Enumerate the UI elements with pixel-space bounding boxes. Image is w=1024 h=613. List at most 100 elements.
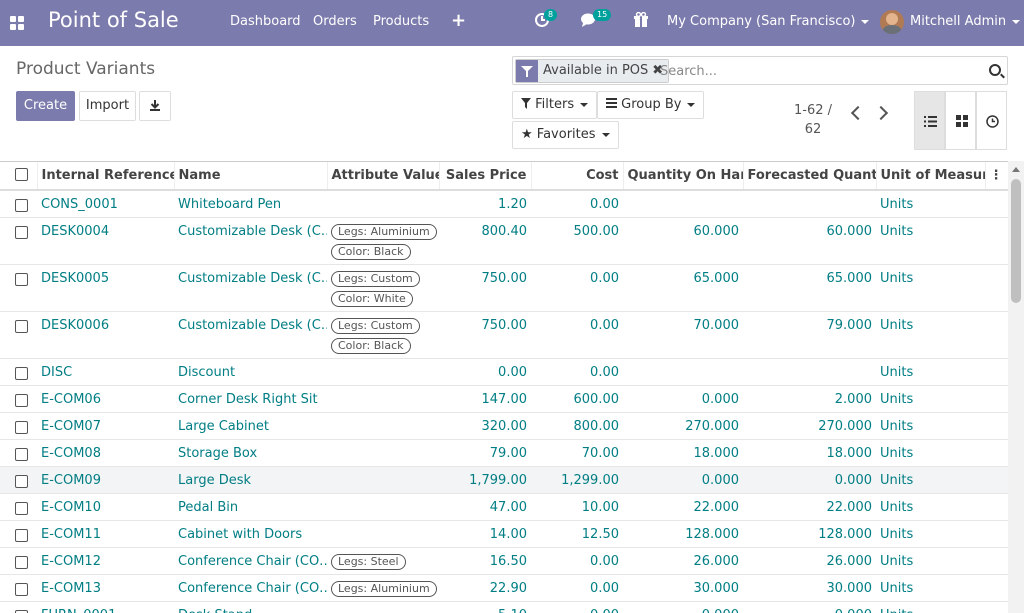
cell-internal-reference[interactable]: E-COM08 xyxy=(37,439,174,467)
user-menu[interactable]: Mitchell Admin xyxy=(910,14,1021,29)
table-row[interactable]: E-COM09 Large Desk 1,799.00 1,299.00 0.000 0.… xyxy=(0,466,1008,494)
cell-internal-reference[interactable]: DISC xyxy=(37,358,174,386)
import-button[interactable]: Import xyxy=(79,91,136,121)
cell-name[interactable]: Customizable Desk (C… xyxy=(174,264,327,312)
row-checkbox[interactable] xyxy=(15,319,28,333)
cell-internal-reference[interactable]: E-COM11 xyxy=(37,520,174,548)
row-checkbox[interactable] xyxy=(15,447,28,461)
col-cost[interactable]: Cost xyxy=(531,162,624,191)
cell-internal-reference[interactable]: DESK0004 xyxy=(37,217,174,265)
col-attribute-values[interactable]: Attribute Values xyxy=(327,162,440,191)
row-checkbox[interactable] xyxy=(15,582,28,596)
previous-page-icon[interactable] xyxy=(850,105,866,121)
cell-internal-reference[interactable]: FURN_0001 xyxy=(37,601,174,613)
activity-view-button[interactable] xyxy=(976,91,1007,150)
cell-name[interactable]: Large Desk xyxy=(174,466,327,494)
cell-internal-reference[interactable]: E-COM12 xyxy=(37,547,174,575)
row-checkbox[interactable] xyxy=(15,225,28,239)
cell-internal-reference[interactable]: E-COM13 xyxy=(37,574,174,602)
table-row[interactable]: E-COM11 Cabinet with Doors 14.00 12.50 128.0… xyxy=(0,520,1008,548)
list-scrollbar[interactable] xyxy=(1008,161,1024,613)
cell-sales-price: 47.00 xyxy=(439,493,531,521)
col-quantity-on-hand[interactable]: Quantity On Hand xyxy=(623,162,744,191)
cell-sales-price: 147.00 xyxy=(439,385,531,413)
cell-spacer xyxy=(985,493,1008,521)
table-row[interactable]: DESK0005 Customizable Desk (C… Legs: Custo… xyxy=(0,264,1008,312)
menu-products[interactable]: Products xyxy=(373,14,429,29)
table-row[interactable]: E-COM07 Large Cabinet 320.00 800.00 270.000 2… xyxy=(0,412,1008,440)
row-checkbox[interactable] xyxy=(15,528,28,542)
cell-internal-reference[interactable]: DESK0006 xyxy=(37,311,174,359)
app-title[interactable]: Point of Sale xyxy=(48,8,179,32)
create-button[interactable]: Create xyxy=(16,91,75,121)
next-page-icon[interactable] xyxy=(873,105,889,121)
cell-name[interactable]: Customizable Desk (C… xyxy=(174,311,327,359)
pager-value[interactable]: 1-62 / 62 xyxy=(790,101,836,139)
cell-name[interactable]: Desk Stand xyxy=(174,601,327,613)
cell-name[interactable]: Discount xyxy=(174,358,327,386)
table-row[interactable]: DESK0004 Customizable Desk (C… Legs: Alumi… xyxy=(0,217,1008,265)
search-input[interactable] xyxy=(660,62,960,80)
table-row[interactable]: E-COM13 Conference Chair (CO… Legs: Alumin… xyxy=(0,574,1008,602)
gift-icon[interactable] xyxy=(634,11,648,32)
row-checkbox[interactable] xyxy=(15,366,28,380)
cell-internal-reference[interactable]: E-COM10 xyxy=(37,493,174,521)
company-switcher[interactable]: My Company (San Francisco) xyxy=(667,14,870,29)
row-checkbox[interactable] xyxy=(15,199,28,212)
cell-internal-reference[interactable]: E-COM06 xyxy=(37,385,174,413)
table-row[interactable]: CONS_0001 Whiteboard Pen 1.20 0.00 Units xyxy=(0,190,1008,218)
filters-dropdown[interactable]: Filters xyxy=(512,91,598,119)
scroll-up-icon[interactable] xyxy=(1012,167,1020,172)
col-unit-of-measure[interactable]: Unit of Measure xyxy=(876,162,986,191)
kebab-menu-icon[interactable]: ⋮ xyxy=(990,168,1003,183)
list-view-button[interactable] xyxy=(914,91,945,150)
table-row[interactable]: FURN_0001Desk Stand5.100.000.0000.000Uni… xyxy=(0,601,1008,613)
cell-internal-reference[interactable]: DESK0005 xyxy=(37,264,174,312)
table-row[interactable]: E-COM12 Conference Chair (CO… Legs: Steel 1… xyxy=(0,547,1008,575)
cell-internal-reference[interactable]: CONS_0001 xyxy=(37,190,174,218)
favorites-dropdown[interactable]: ★ Favorites xyxy=(512,121,619,149)
cell-name[interactable]: Conference Chair (CO… xyxy=(174,574,327,602)
avatar[interactable] xyxy=(880,10,904,34)
row-checkbox[interactable] xyxy=(15,420,28,434)
cell-name[interactable]: Customizable Desk (C… xyxy=(174,217,327,265)
menu-dashboard[interactable]: Dashboard xyxy=(230,14,301,29)
table-row[interactable]: DISC Discount 0.00 0.00 Units xyxy=(0,358,1008,386)
cell-name[interactable]: Large Cabinet xyxy=(174,412,327,440)
optional-columns-toggle[interactable]: ⋮ xyxy=(985,162,1008,191)
menu-orders[interactable]: Orders xyxy=(313,14,357,29)
download-button[interactable] xyxy=(139,91,171,121)
scrollbar-thumb[interactable] xyxy=(1011,179,1021,303)
cell-name[interactable]: Corner Desk Right Sit xyxy=(174,385,327,413)
row-checkbox[interactable] xyxy=(15,501,28,515)
cell-name[interactable]: Cabinet with Doors xyxy=(174,520,327,548)
cell-name[interactable]: Conference Chair (CO… xyxy=(174,547,327,575)
table-row[interactable]: E-COM06 Corner Desk Right Sit 147.00 600.00… xyxy=(0,385,1008,413)
row-checkbox[interactable] xyxy=(15,393,28,407)
row-checkbox[interactable] xyxy=(15,272,28,286)
cell-name[interactable]: Storage Box xyxy=(174,439,327,467)
search-icon[interactable] xyxy=(989,64,1001,76)
col-name[interactable]: Name xyxy=(174,162,328,191)
cell-internal-reference[interactable]: E-COM07 xyxy=(37,412,174,440)
col-internal-reference[interactable]: Internal Reference xyxy=(37,162,175,191)
table-row[interactable]: E-COM08 Storage Box 79.00 70.00 18.000 18.000… xyxy=(0,439,1008,467)
select-all-checkbox[interactable] xyxy=(15,168,28,181)
cell-unit-of-measure: Units xyxy=(876,217,985,265)
groupby-dropdown[interactable]: Group By xyxy=(597,91,705,119)
cell-name[interactable]: Pedal Bin xyxy=(174,493,327,521)
messages-chat-icon[interactable]: 15 xyxy=(580,9,612,32)
cell-internal-reference[interactable]: E-COM09 xyxy=(37,466,174,494)
table-row[interactable]: E-COM10 Pedal Bin 47.00 10.00 22.000 22.000 Un… xyxy=(0,493,1008,521)
col-sales-price[interactable]: Sales Price xyxy=(439,162,532,191)
row-checkbox[interactable] xyxy=(15,609,28,613)
row-checkbox[interactable] xyxy=(15,555,28,569)
cell-name[interactable]: Whiteboard Pen xyxy=(174,190,327,218)
table-row[interactable]: DESK0006 Customizable Desk (C… Legs: Custo… xyxy=(0,311,1008,359)
activity-clock-icon[interactable]: 8 xyxy=(534,9,558,32)
col-forecasted-quantity[interactable]: Forecasted Quantity xyxy=(743,162,877,191)
plus-icon[interactable]: + xyxy=(451,10,466,31)
kanban-view-button[interactable] xyxy=(945,91,976,150)
row-checkbox[interactable] xyxy=(15,474,28,488)
apps-menu-icon[interactable] xyxy=(10,16,24,30)
